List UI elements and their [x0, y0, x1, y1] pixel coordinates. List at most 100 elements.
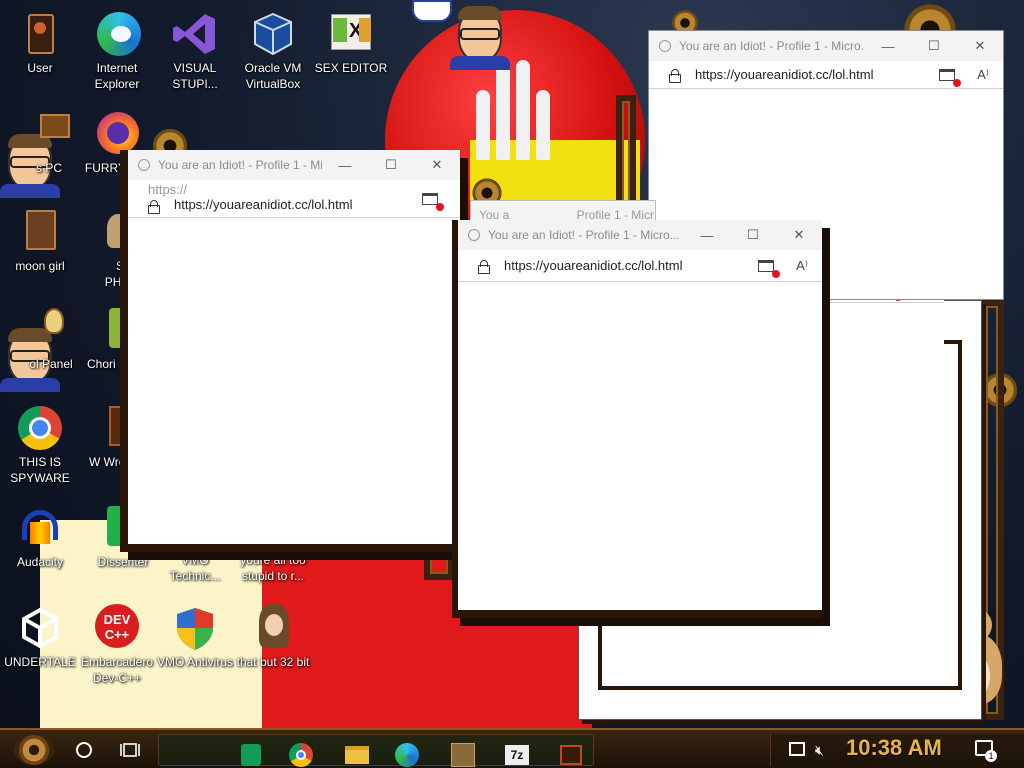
- minimize-button[interactable]: —: [322, 158, 368, 173]
- task-view-button[interactable]: [116, 734, 144, 766]
- window-titlebar[interactable]: You are an Idiot! - Profile 1 - Micro...…: [649, 31, 1003, 61]
- desktop-icon-label: Internet Explorer: [94, 61, 140, 91]
- folder-icon: [345, 746, 369, 764]
- desktop-icon-label: VMO Antivirus: [156, 655, 234, 669]
- cortana-button[interactable]: [70, 734, 98, 766]
- minimize-button[interactable]: —: [865, 39, 911, 54]
- address-bar[interactable]: https://youareanidiot.cc/lol.html A⁾: [458, 250, 822, 282]
- url-text[interactable]: https://youareanidiot.cc/lol.html: [695, 67, 939, 82]
- maximize-button[interactable]: ☐: [730, 227, 776, 243]
- book-icon: [16, 208, 64, 256]
- lock-icon: [148, 199, 160, 214]
- close-button[interactable]: ✕: [776, 227, 822, 243]
- browser-window[interactable]: You are an Idiot! - Profile 1 - Micro...…: [120, 150, 460, 552]
- desktop-icon-label: Dissenter: [97, 555, 149, 569]
- clock[interactable]: 10:38 AM: [846, 733, 954, 763]
- app-icon: [560, 745, 582, 765]
- portrait-icon: [249, 604, 297, 652]
- visual-studio-icon: [171, 10, 219, 58]
- desktop-icon-user[interactable]: User: [0, 10, 80, 76]
- desktop-icon-control-panel[interactable]: ol Panel: [0, 306, 80, 372]
- edge-icon: [395, 743, 419, 767]
- tracking-prevention-icon[interactable]: [758, 259, 781, 278]
- cortana-circle-icon: [76, 742, 92, 758]
- desktop-icon-dev-cpp[interactable]: DEV C++ Embarcadero Dev-C++: [77, 604, 157, 686]
- desktop-icon-label: Audacity: [16, 555, 64, 569]
- desktop-icon-label: Oracle VM VirtualBox: [244, 61, 302, 91]
- close-button[interactable]: ✕: [414, 157, 460, 173]
- volume-muted-icon[interactable]: 🔇︎: [815, 742, 824, 759]
- browser-window-active[interactable]: You are an Idiot! - Profile 1 - Micro...…: [452, 220, 822, 618]
- taskbar-app-edge[interactable]: [393, 741, 421, 768]
- notification-badge: 1: [985, 750, 997, 762]
- lock-icon: [478, 259, 490, 274]
- window-titlebar[interactable]: You are an Idiot! - Profile 1 - Micro...…: [128, 150, 460, 180]
- window-title: You are an Idiot! - Profile 1 - Micro...: [158, 158, 322, 172]
- desktop-icon-this-is-spyware[interactable]: THIS IS SPYWARE: [0, 404, 80, 486]
- desktop-icon-label: UNDERTALE: [4, 655, 76, 669]
- edge-icon: [93, 10, 141, 58]
- desktop-icon-vmo-antivirus[interactable]: VMO Antivirus: [155, 604, 235, 670]
- desktop-icon-that-but-32-bit[interactable]: that but 32 bit: [233, 604, 313, 670]
- taskbar-app-chrome[interactable]: [287, 741, 315, 768]
- start-button[interactable]: [10, 734, 58, 766]
- task-view-icon: [120, 743, 140, 757]
- network-icon[interactable]: [789, 742, 805, 756]
- desktop-icon-label: SEX EDITOR: [314, 61, 388, 75]
- url-text[interactable]: https://youareanidiot.cc/lol.html: [174, 185, 422, 212]
- tracking-prevention-icon[interactable]: [422, 192, 444, 211]
- maximize-button[interactable]: ☐: [911, 38, 957, 54]
- desktop-icon-label: s PC: [35, 161, 62, 175]
- virtualbox-icon: [249, 10, 297, 58]
- desktop-icon-label: ol Panel: [29, 357, 73, 371]
- desktop-icon-virtualbox[interactable]: Oracle VM VirtualBox: [233, 10, 313, 92]
- desktop-icon-label: THIS IS SPYWARE: [10, 455, 70, 485]
- window-titlebar[interactable]: You are an Idiot! - Profile 1 - Micro...…: [458, 220, 822, 250]
- desktop-icon-label: youre all too stupid to r...: [240, 553, 306, 583]
- unity-icon: [16, 604, 64, 652]
- window-title: You are an Idiot! - Profile 1 - Micro...: [488, 228, 680, 242]
- cartoon-hand-image: [412, 0, 452, 22]
- address-bar[interactable]: https://youareanidiot.cc/lol.html A⁾: [649, 61, 1003, 89]
- cartoon-face-image: [450, 0, 510, 70]
- taskbar-app-7zip[interactable]: 7z: [503, 741, 531, 768]
- desktop-icon-undertale[interactable]: UNDERTALE: [0, 604, 80, 670]
- desktop-icon-label: moon girl: [15, 259, 65, 273]
- desktop-icon-this-pc[interactable]: s PC: [0, 110, 80, 176]
- desktop-icon-visual-studio[interactable]: VISUAL STUPI...: [155, 10, 235, 92]
- game-icon: [451, 743, 475, 767]
- hxd-editor-icon: X: [327, 10, 375, 58]
- desktop-icon-sex-editor[interactable]: X SEX EDITOR: [311, 10, 391, 76]
- steampunk-start-icon: [14, 735, 54, 765]
- minimize-button[interactable]: —: [684, 228, 730, 243]
- url-text[interactable]: https://youareanidiot.cc/lol.html: [504, 258, 758, 273]
- address-bar[interactable]: https:// https://youareanidiot.cc/lol.ht…: [128, 180, 460, 218]
- desktop-icon-label: VMO Technic...: [169, 553, 221, 583]
- audacity-icon: [16, 504, 64, 552]
- desktop-icon-label: that but 32 bit: [236, 655, 310, 669]
- desktop-icon-moon-girl[interactable]: moon girl: [0, 208, 80, 274]
- desktop-icon-label: VISUAL STUPI...: [172, 61, 218, 91]
- desktop-icon-internet-explorer[interactable]: Internet Explorer: [77, 10, 157, 92]
- read-aloud-icon[interactable]: A⁾: [796, 258, 808, 274]
- desktop-icon-vmo-technic[interactable]: VMO Technic...: [155, 552, 235, 584]
- read-aloud-icon[interactable]: A⁾: [977, 67, 989, 83]
- taskbar-app-sheets[interactable]: [237, 741, 265, 768]
- desktop-icon-audacity[interactable]: Audacity: [0, 504, 80, 570]
- user-folder-icon: [16, 10, 64, 58]
- lightbulb-icon: [16, 306, 64, 354]
- lock-icon: [669, 68, 681, 83]
- computer-icon: [16, 110, 70, 158]
- smiley-icon: [468, 229, 480, 241]
- close-button[interactable]: ✕: [957, 38, 1003, 54]
- taskbar-app-file-explorer[interactable]: [343, 741, 371, 768]
- smiley-icon: [659, 40, 671, 52]
- ghost-url-text: https://: [148, 182, 188, 197]
- sheets-icon: [241, 744, 261, 766]
- tracking-prevention-icon[interactable]: [939, 68, 962, 87]
- desktop-icon-label: User: [27, 61, 53, 75]
- maximize-button[interactable]: ☐: [368, 157, 414, 173]
- taskbar-app-unknown[interactable]: [557, 741, 585, 768]
- taskbar-app-game[interactable]: [449, 741, 477, 768]
- desktop-icon-youre-all-too-stupid[interactable]: youre all too stupid to r...: [233, 552, 313, 584]
